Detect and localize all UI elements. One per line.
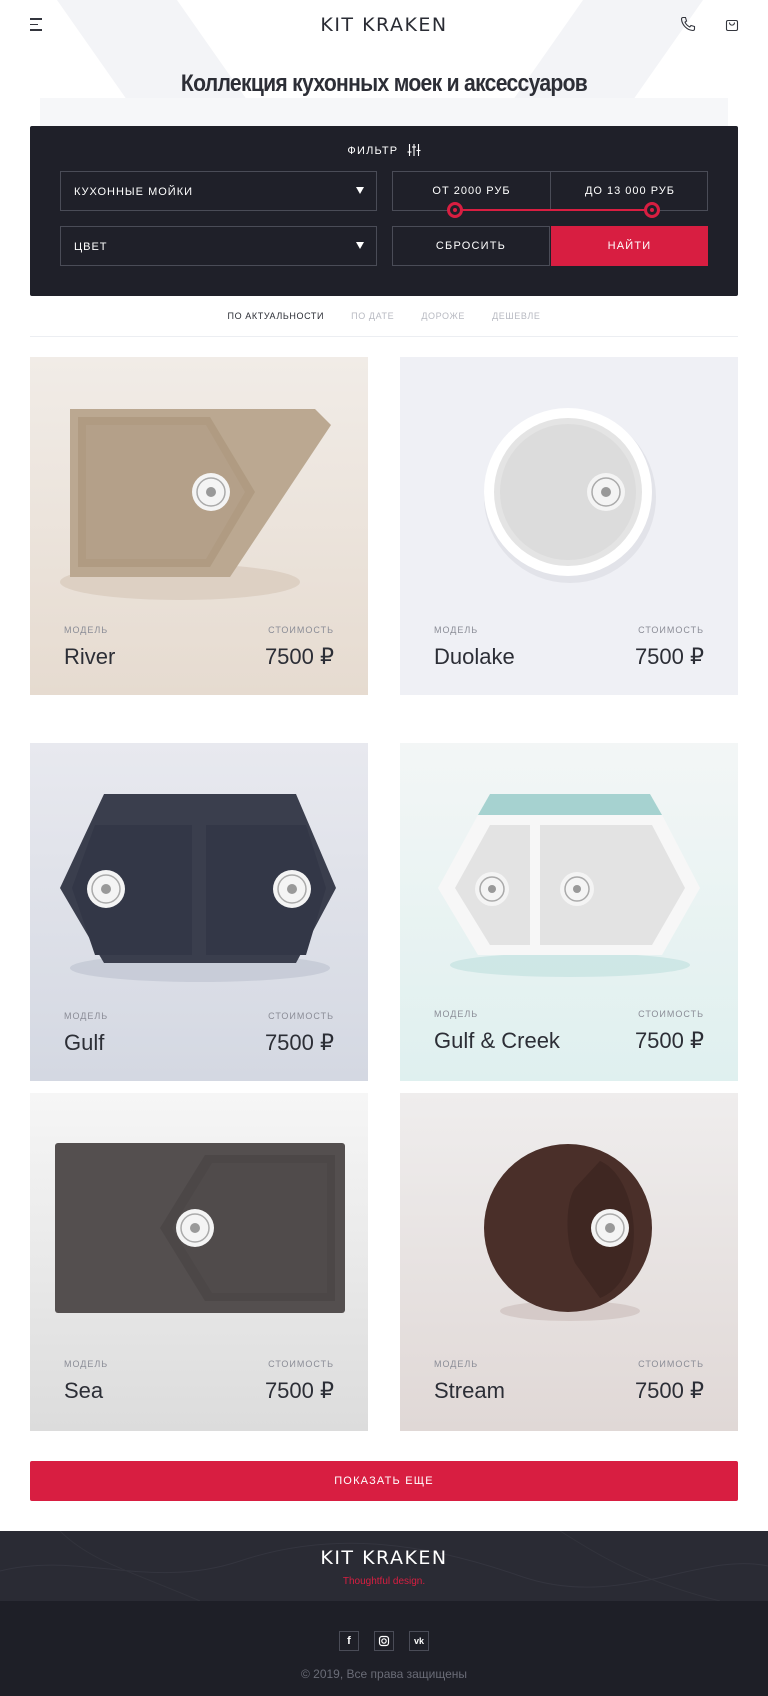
product-price: 7500 ₽	[264, 1030, 334, 1055]
product-card-gulf[interactable]: МОДЕЛЬ СТОИМОСТЬ Gulf 7500 ₽	[30, 743, 368, 1081]
product-card-sea[interactable]: МОДЕЛЬ СТОИМОСТЬ Sea 7500 ₽	[30, 1093, 368, 1431]
vk-icon[interactable]: vk	[409, 1631, 429, 1651]
product-card-gulf-creek[interactable]: МОДЕЛЬ СТОИМОСТЬ Gulf & Creek 7500 ₽	[400, 743, 738, 1081]
model-label: МОДЕЛЬ	[64, 1011, 109, 1021]
model-label: МОДЕЛЬ	[64, 1359, 109, 1369]
price-label: СТОИМОСТЬ	[638, 1359, 704, 1369]
price-label: СТОИМОСТЬ	[268, 1359, 334, 1369]
category-select[interactable]: КУХОННЫЕ МОЙКИ	[60, 171, 377, 211]
instagram-icon[interactable]	[374, 1631, 394, 1651]
product-price: 7500 ₽	[634, 1378, 704, 1403]
dropdown-arrow-icon	[356, 187, 364, 194]
facebook-icon[interactable]: f	[339, 1631, 359, 1651]
product-name: Stream	[434, 1378, 505, 1403]
phone-icon[interactable]	[680, 16, 696, 32]
price-label: СТОИМОСТЬ	[268, 625, 334, 635]
price-range: ОТ 2000 РУБ ДО 13 000 РУБ	[392, 171, 708, 211]
footer-tagline: Thoughtful design.	[342, 1576, 426, 1587]
price-max-handle[interactable]	[644, 202, 660, 218]
product-name: Sea	[64, 1378, 104, 1403]
color-select[interactable]: ЦВЕТ	[60, 226, 377, 266]
product-price: 7500 ₽	[264, 1378, 334, 1403]
site-logo[interactable]: KIT KRAKEN	[0, 14, 768, 36]
footer-brand: KIT KRAKEN Thoughtful design.	[0, 1531, 768, 1601]
model-label: МОДЕЛЬ	[434, 1359, 479, 1369]
category-value: КУХОННЫЕ МОЙКИ	[74, 186, 194, 198]
filter-heading[interactable]: ФИЛЬТР	[30, 143, 738, 157]
sliders-icon	[407, 144, 421, 156]
page-title: Коллекция кухонных моек и аксессуаров	[180, 70, 588, 97]
price-label: СТОИМОСТЬ	[638, 625, 704, 635]
footer-logo[interactable]: KIT KRAKEN	[0, 1547, 768, 1569]
sort-date[interactable]: ПО ДАТЕ	[351, 311, 394, 321]
model-label: МОДЕЛЬ	[64, 625, 109, 635]
product-price: 7500 ₽	[264, 644, 334, 669]
product-name: River	[64, 644, 116, 669]
price-min-handle[interactable]	[447, 202, 463, 218]
filter-panel: ФИЛЬТР КУХОННЫЕ МОЙКИ ОТ 2000 РУБ ДО 13 …	[30, 126, 738, 296]
product-price: 7500 ₽	[634, 644, 704, 669]
sort-expensive[interactable]: ДОРОЖЕ	[421, 311, 465, 321]
product-price: 7500 ₽	[634, 1028, 704, 1053]
footer-bottom: f vk © 2019, Все права защищены	[0, 1601, 768, 1696]
site-header: KIT KRAKEN	[0, 0, 768, 50]
product-card-stream[interactable]: МОДЕЛЬ СТОИМОСТЬ Stream 7500 ₽	[400, 1093, 738, 1431]
sort-cheap[interactable]: ДЕШЕВЛЕ	[492, 311, 540, 321]
price-label: СТОИМОСТЬ	[638, 1009, 704, 1019]
price-to[interactable]: ДО 13 000 РУБ	[551, 172, 709, 210]
price-from[interactable]: ОТ 2000 РУБ	[393, 172, 551, 210]
product-name: Gulf & Creek	[434, 1028, 560, 1053]
product-card-river[interactable]: МОДЕЛЬ СТОИМОСТЬ River 7500 ₽	[30, 357, 368, 695]
model-label: МОДЕЛЬ	[434, 625, 479, 635]
divider	[30, 336, 738, 337]
price-label: СТОИМОСТЬ	[268, 1011, 334, 1021]
copyright: © 2019, Все права защищены	[300, 1667, 468, 1681]
find-button[interactable]: НАЙТИ	[551, 226, 708, 266]
show-more-button[interactable]: ПОКАЗАТЬ ЕЩЕ	[30, 1461, 738, 1501]
dropdown-arrow-icon	[356, 242, 364, 249]
sort-relevance[interactable]: ПО АКТУАЛЬНОСТИ	[228, 311, 325, 321]
product-card-duolake[interactable]: МОДЕЛЬ СТОИМОСТЬ Duolake 7500 ₽	[400, 357, 738, 695]
filter-title: ФИЛЬТР	[347, 145, 399, 157]
reset-button[interactable]: СБРОСИТЬ	[392, 226, 550, 266]
product-name: Duolake	[434, 644, 515, 669]
sort-options: ПО АКТУАЛЬНОСТИ ПО ДАТЕ ДОРОЖЕ ДЕШЕВЛЕ	[0, 311, 768, 321]
color-value: ЦВЕТ	[74, 241, 108, 253]
product-name: Gulf	[64, 1030, 105, 1055]
model-label: МОДЕЛЬ	[434, 1009, 479, 1019]
price-range-track	[455, 209, 652, 211]
cart-icon[interactable]	[724, 16, 740, 32]
